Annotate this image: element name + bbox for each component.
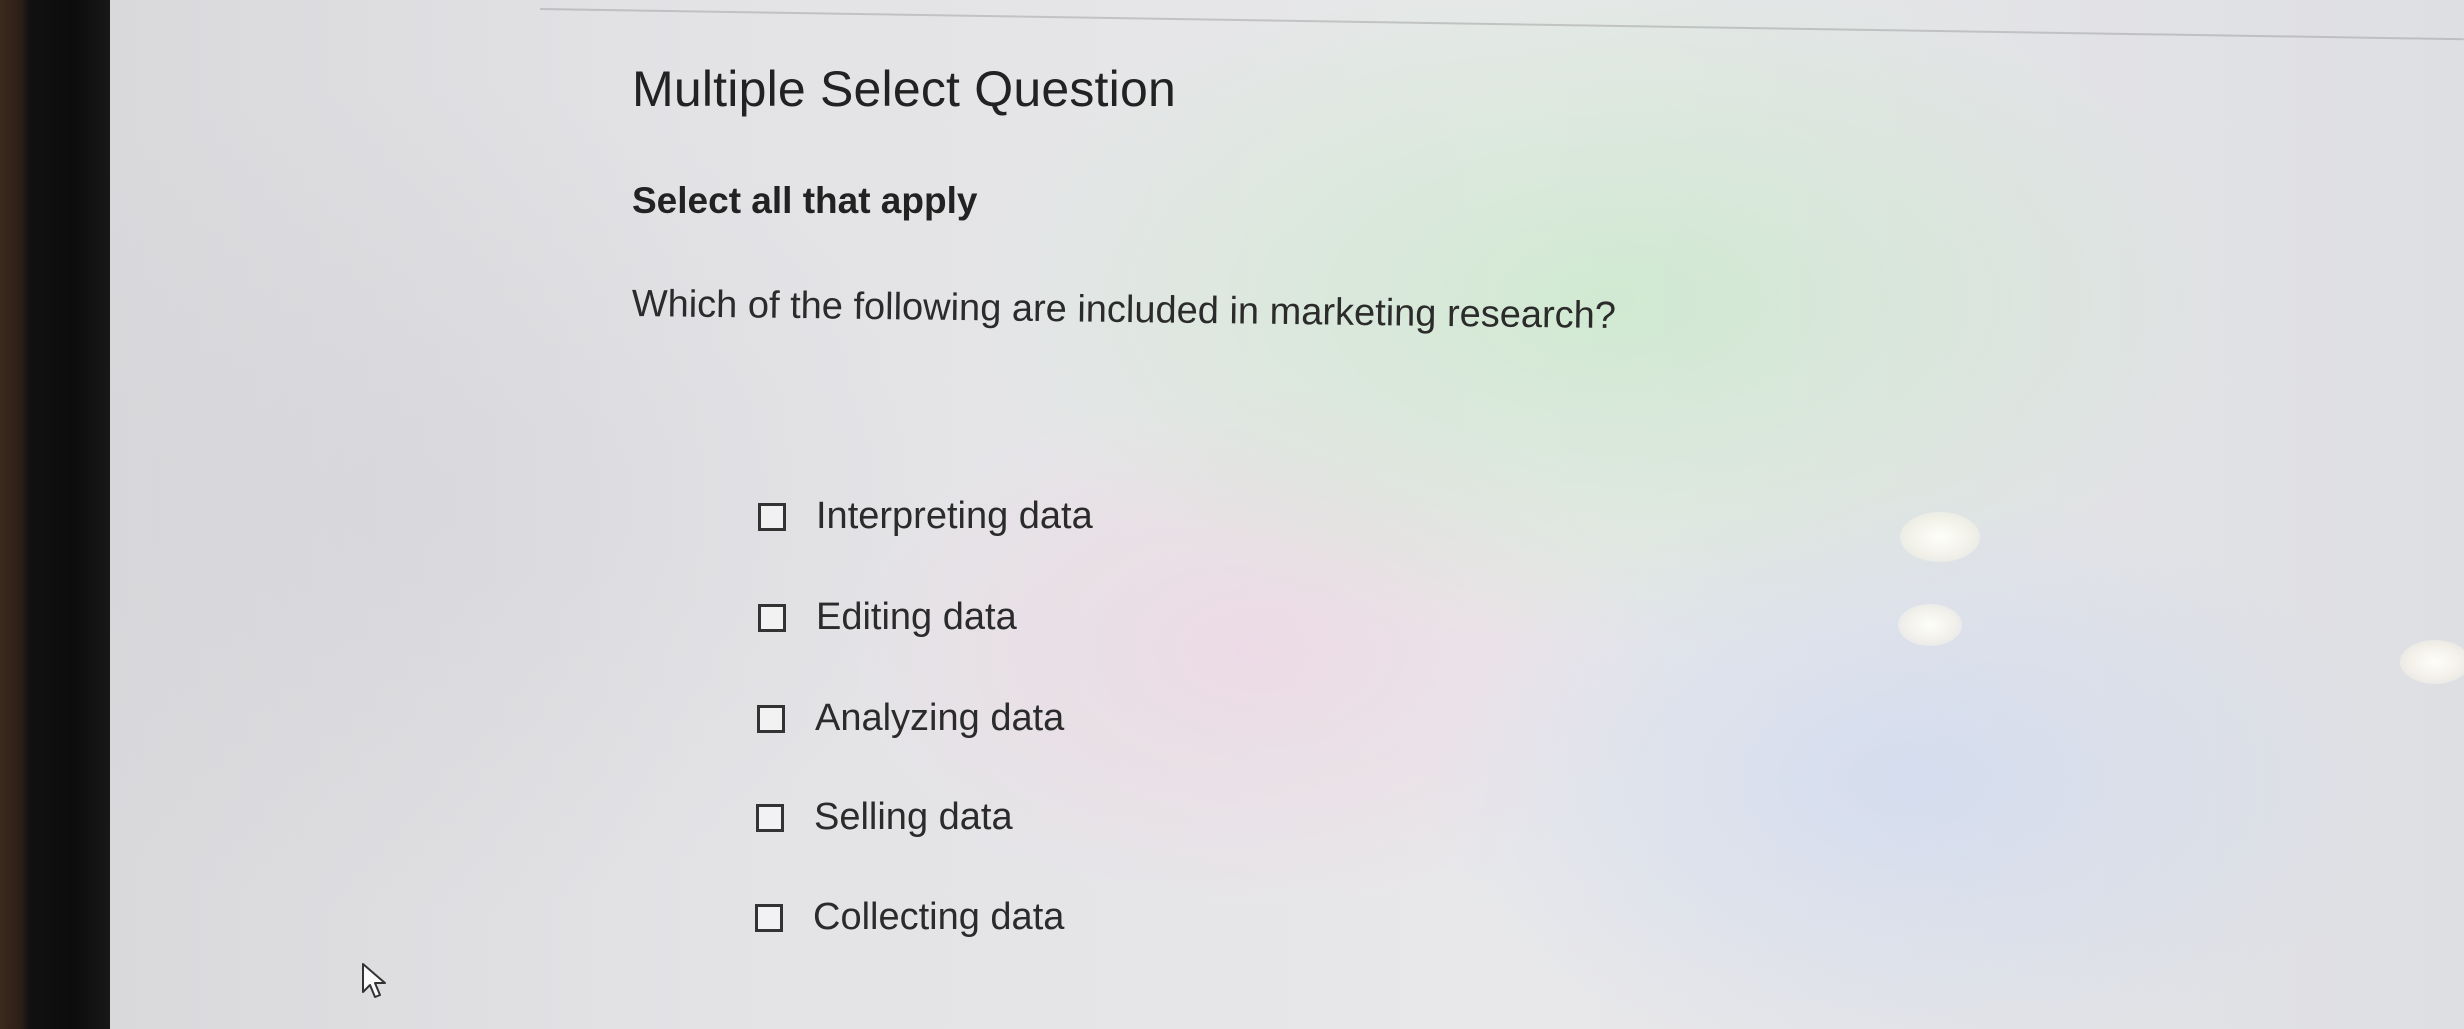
screen-glare: [2400, 640, 2464, 684]
option-label: Analyzing data: [815, 697, 1065, 739]
checkbox[interactable]: [756, 803, 784, 832]
option-label: Collecting data: [813, 896, 1065, 938]
screen-glare: [1900, 512, 1980, 562]
question-prompt: Which of the following are included in m…: [631, 283, 1617, 338]
checkbox[interactable]: [755, 903, 783, 932]
option-label: Selling data: [814, 796, 1013, 838]
option-label: Editing data: [816, 596, 1017, 638]
option-analyzing-data[interactable]: Analyzing data: [757, 697, 1064, 740]
option-selling-data[interactable]: Selling data: [756, 796, 1013, 839]
checkbox[interactable]: [758, 502, 786, 531]
checkbox[interactable]: [758, 603, 786, 632]
option-label: Interpreting data: [816, 495, 1093, 537]
question-type-title: Multiple Select Question: [632, 61, 1176, 117]
option-editing-data[interactable]: Editing data: [758, 596, 1017, 639]
monitor-bezel: [0, 0, 120, 1029]
checkbox[interactable]: [757, 704, 785, 733]
option-interpreting-data[interactable]: Interpreting data: [758, 495, 1093, 538]
option-collecting-data[interactable]: Collecting data: [755, 896, 1064, 939]
mouse-pointer-icon: [362, 963, 386, 998]
instruction-text: Select all that apply: [632, 180, 978, 221]
question-screen: Multiple Select Question Select all that…: [110, 0, 2464, 1029]
top-divider: [539, 8, 2464, 41]
screen-glare: [1898, 604, 1962, 646]
